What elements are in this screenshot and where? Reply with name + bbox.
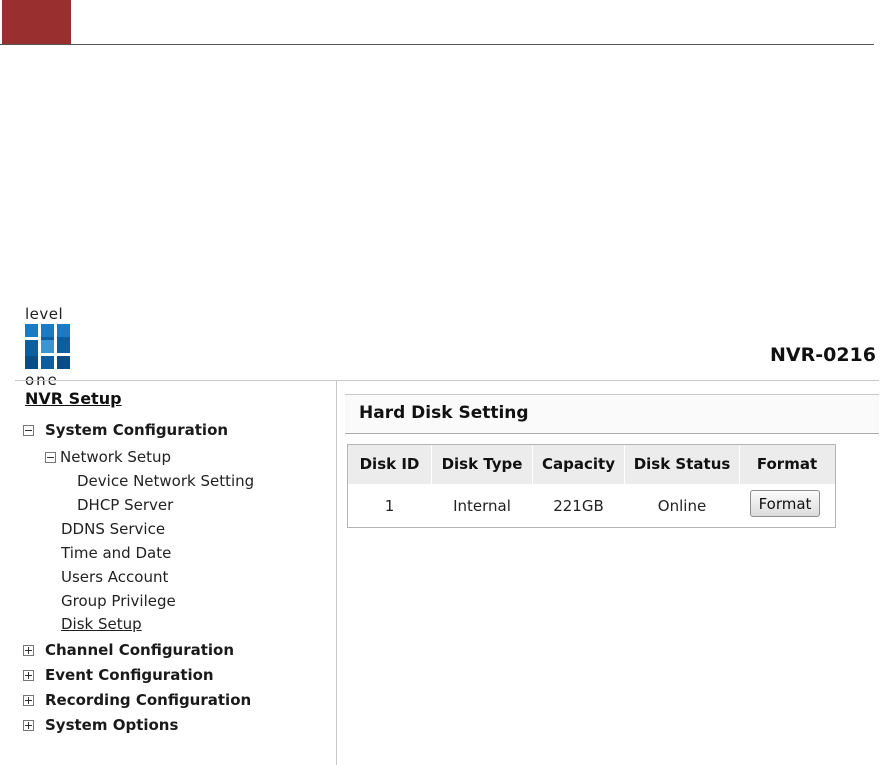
column-header-disk-type: Disk Type: [441, 455, 523, 473]
sidebar-item-users-account[interactable]: Users Account: [61, 568, 168, 586]
sidebar-group-label: Network Setup: [60, 448, 172, 466]
sidebar-category-label: System Options: [45, 716, 179, 734]
page-title-bar: Hard Disk Setting: [345, 394, 879, 434]
sidebar-category-label: System Configuration: [45, 421, 229, 439]
cell-capacity: 221GB: [553, 497, 604, 515]
levelone-logo: level one: [25, 305, 73, 388]
expand-icon[interactable]: [23, 694, 34, 706]
sidebar-category-system-options[interactable]: System Options: [23, 716, 178, 734]
top-accent-bar: [2, 0, 71, 44]
sidebar-category-label: Event Configuration: [45, 666, 214, 684]
cell-disk-status: Online: [657, 497, 707, 515]
model-name: NVR-0216: [769, 344, 876, 366]
sidebar-item-dhcp-server[interactable]: DHCP Server: [77, 496, 173, 514]
nav-title-nvr-setup[interactable]: NVR Setup: [25, 389, 122, 408]
cell-disk-type: Internal: [453, 497, 511, 515]
cell-disk-id: 1: [384, 497, 395, 515]
sidebar-category-recording-configuration[interactable]: Recording Configuration: [23, 691, 251, 709]
sidebar-category-system-configuration[interactable]: System Configuration: [23, 421, 228, 439]
sidebar-category-label: Recording Configuration: [45, 691, 252, 709]
expand-icon[interactable]: [23, 719, 34, 731]
page-title: Hard Disk Setting: [359, 403, 529, 423]
disk-table: Disk ID Disk Type Capacity Disk Status F…: [347, 444, 836, 528]
column-header-format: Format: [756, 455, 818, 473]
sidebar-item-group-privilege[interactable]: Group Privilege: [61, 592, 176, 610]
logo-text-top: level: [25, 305, 64, 323]
column-header-disk-id: Disk ID: [359, 455, 420, 473]
column-header-disk-status: Disk Status: [633, 455, 731, 473]
sidebar-category-channel-configuration[interactable]: Channel Configuration: [23, 641, 234, 659]
top-rule: [0, 44, 874, 45]
expand-icon[interactable]: [23, 669, 34, 681]
sidebar-item-disk-setup[interactable]: Disk Setup: [61, 615, 142, 633]
header-divider: [15, 380, 879, 381]
sidebar-item-ddns-service[interactable]: DDNS Service: [61, 520, 165, 538]
sidebar-item-device-network-setting[interactable]: Device Network Setting: [77, 472, 254, 490]
sidebar-category-event-configuration[interactable]: Event Configuration: [23, 666, 214, 684]
sidebar-group-network-setup[interactable]: Network Setup: [45, 448, 171, 466]
collapse-icon[interactable]: [45, 451, 56, 463]
expand-icon[interactable]: [23, 644, 34, 656]
logo-grid-icon: [25, 324, 70, 369]
sidebar-divider: [336, 381, 337, 765]
sidebar-category-label: Channel Configuration: [45, 641, 235, 659]
sidebar-item-time-and-date[interactable]: Time and Date: [61, 544, 171, 562]
format-button[interactable]: Format: [750, 490, 820, 517]
table-header-row: Disk ID Disk Type Capacity Disk Status F…: [348, 445, 835, 484]
collapse-icon[interactable]: [23, 424, 34, 436]
column-header-capacity: Capacity: [542, 455, 615, 473]
